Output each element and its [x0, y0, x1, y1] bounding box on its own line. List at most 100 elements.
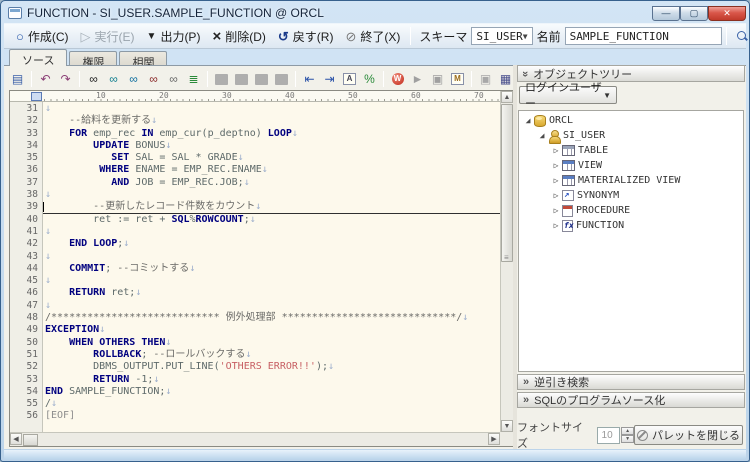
code-line-current[interactable]: --更新したレコード件数をカウント↓	[43, 201, 500, 213]
horizontal-scroll-thumb[interactable]	[23, 434, 38, 446]
code-line[interactable]: END LOOP;↓	[43, 238, 500, 250]
line-end-marker: ↓	[45, 226, 51, 237]
save-icon[interactable]: ▤	[8, 70, 27, 88]
revert-button[interactable]: ↺ 戻す(R)	[272, 26, 340, 47]
code-line[interactable]: ↓	[43, 226, 500, 238]
find-count-icon[interactable]: ∞	[164, 70, 183, 88]
code-line[interactable]: WHEN OTHERS THEN↓	[43, 337, 500, 349]
code-line[interactable]: EXCEPTION↓	[43, 324, 500, 336]
reverse-search-header[interactable]: » 逆引き検索	[517, 374, 745, 390]
tree-item-table[interactable]: ▷TABLE	[519, 143, 743, 158]
disabled-icon-3[interactable]	[252, 70, 271, 88]
tree-item-orcl[interactable]: ◢ORCL	[519, 113, 743, 128]
format-sql-icon[interactable]: %	[360, 70, 379, 88]
tab-dependencies[interactable]: 相関	[119, 51, 167, 66]
tree-item-synonym[interactable]: ▷SYNONYM	[519, 188, 743, 203]
code-line[interactable]: ↓	[43, 251, 500, 263]
code-line[interactable]: ↓	[43, 103, 500, 115]
horizontal-scrollbar[interactable]: ◀ ▶	[10, 432, 500, 446]
case-convert-icon[interactable]: A	[340, 70, 359, 88]
code-editor[interactable]: 10203040506070 3132333435363738394041424…	[9, 90, 514, 447]
line-end-marker: ↓	[45, 300, 51, 311]
redo-icon[interactable]: ↷	[56, 70, 75, 88]
scroll-right-arrow[interactable]: ▶	[488, 433, 500, 445]
scroll-up-arrow[interactable]: ▲	[501, 91, 513, 103]
code-line[interactable]: COMMIT; --コミットする↓	[43, 263, 500, 275]
memo-icon[interactable]: M	[448, 70, 467, 88]
snippet-icon[interactable]: ▣	[476, 70, 495, 88]
sample-button[interactable]: サンプル	[731, 26, 750, 47]
word-wrap-icon[interactable]: W	[388, 70, 407, 88]
tree-item-procedure[interactable]: ▷PROCEDURE	[519, 203, 743, 218]
scroll-down-arrow[interactable]: ▼	[501, 420, 513, 432]
code-line[interactable]: SET SAL = SAL * GRADE↓	[43, 152, 500, 164]
name-input[interactable]	[565, 27, 722, 45]
code-line[interactable]: DBMS_OUTPUT.PUT_LINE('OTHERS ERROR!!');↓	[43, 361, 500, 373]
sql-to-source-header[interactable]: » SQLのプログラムソース化	[517, 392, 745, 408]
close-button[interactable]: ✕	[708, 6, 746, 21]
find-icon[interactable]: ∞	[84, 70, 103, 88]
tab-source[interactable]: ソース	[9, 49, 67, 66]
exit-button[interactable]: ⊘ 終了(X)	[339, 26, 406, 47]
scroll-left-arrow[interactable]: ◀	[10, 433, 22, 445]
minimize-button[interactable]: —	[652, 6, 680, 21]
tab-privileges[interactable]: 権限	[69, 51, 117, 66]
code-line[interactable]: RETURN -1;↓	[43, 374, 500, 386]
output-button[interactable]: ▼ 出力(P)	[141, 26, 207, 47]
code-line[interactable]: RETURN ret;↓	[43, 287, 500, 299]
disabled-icon-1[interactable]	[212, 70, 231, 88]
close-palette-button[interactable]: パレットを閉じる	[634, 425, 743, 445]
delete-button[interactable]: × 削除(D)	[206, 26, 271, 47]
tree-item-materialized-view[interactable]: ▷MATERIALIZED VIEW	[519, 173, 743, 188]
font-size-stepper[interactable]: ▲ ▼	[621, 427, 634, 443]
tree-collapse-icon[interactable]: ◢	[537, 131, 547, 140]
code-line[interactable]: AND JOB = EMP_REC.JOB;↓	[43, 177, 500, 189]
code-line[interactable]: UPDATE BONUS↓	[43, 140, 500, 152]
indent-icon[interactable]: ⇥	[320, 70, 339, 88]
find-highlight-icon[interactable]: ∞	[144, 70, 163, 88]
stepper-up-icon[interactable]: ▲	[621, 427, 634, 435]
tree-item-view[interactable]: ▷VIEW	[519, 158, 743, 173]
code-line[interactable]: ↓	[43, 275, 500, 287]
code-line[interactable]: [EOF]	[43, 410, 500, 422]
code-line[interactable]: /↓	[43, 398, 500, 410]
maximize-button[interactable]: ▢	[680, 6, 708, 21]
code-area[interactable]: ↓ --給料を更新する↓ FOR emp_rec IN emp_cur(p_de…	[43, 102, 500, 432]
tree-expand-icon[interactable]: ▷	[551, 206, 561, 215]
tree-expand-icon[interactable]: ▷	[551, 161, 561, 170]
create-button[interactable]: ○ 作成(C)	[10, 26, 75, 47]
code-line[interactable]: WHERE ENAME = EMP_REC.ENAME↓	[43, 164, 500, 176]
find-next-icon[interactable]: ∞	[104, 70, 123, 88]
vertical-scroll-thumb[interactable]	[501, 104, 513, 262]
code-line[interactable]: ↓	[43, 189, 500, 201]
code-line[interactable]: END SAMPLE_FUNCTION;↓	[43, 386, 500, 398]
unindent-icon[interactable]: ⇤	[300, 70, 319, 88]
code-line[interactable]: /**************************** 例外処理部 ****…	[43, 312, 500, 324]
code-line[interactable]: ROLLBACK; --ロールバックする↓	[43, 349, 500, 361]
disabled-icon-2[interactable]	[232, 70, 251, 88]
code-line[interactable]: ↓	[43, 300, 500, 312]
vertical-scrollbar[interactable]: ▲ ▼	[500, 91, 513, 432]
find-previous-icon[interactable]: ∞	[124, 70, 143, 88]
tree-item-function[interactable]: ▷FUNCTION	[519, 218, 743, 233]
object-tree[interactable]: ◢ORCL◢SI_USER▷TABLE▷VIEW▷MATERIALIZED VI…	[518, 110, 744, 372]
paste-icon[interactable]: ►	[408, 70, 427, 88]
tree-collapse-icon[interactable]: ◢	[523, 116, 533, 125]
code-line[interactable]: FOR emp_rec IN emp_cur(p_deptno) LOOP↓	[43, 128, 500, 140]
tree-expand-icon[interactable]: ▷	[551, 221, 561, 230]
code-line[interactable]: --給料を更新する↓	[43, 115, 500, 127]
goto-line-icon[interactable]: ≣	[184, 70, 203, 88]
tree-expand-icon[interactable]: ▷	[551, 146, 561, 155]
code-line[interactable]: ret := ret + SQL%ROWCOUNT;↓	[43, 214, 500, 226]
tree-expand-icon[interactable]: ▷	[551, 176, 561, 185]
schema-select[interactable]: SI_USER ▼	[471, 27, 532, 45]
tree-item-si_user[interactable]: ◢SI_USER	[519, 128, 743, 143]
execute-button[interactable]: ▷ 実行(E)	[75, 26, 141, 47]
copy-block-icon[interactable]: ▣	[428, 70, 447, 88]
font-size-input[interactable]: 10	[597, 427, 621, 444]
login-user-dropdown[interactable]: ログインユーザー ▼	[519, 86, 617, 104]
tree-expand-icon[interactable]: ▷	[551, 191, 561, 200]
undo-icon[interactable]: ↶	[36, 70, 55, 88]
disabled-icon-4[interactable]	[272, 70, 291, 88]
stepper-down-icon[interactable]: ▼	[621, 435, 634, 443]
